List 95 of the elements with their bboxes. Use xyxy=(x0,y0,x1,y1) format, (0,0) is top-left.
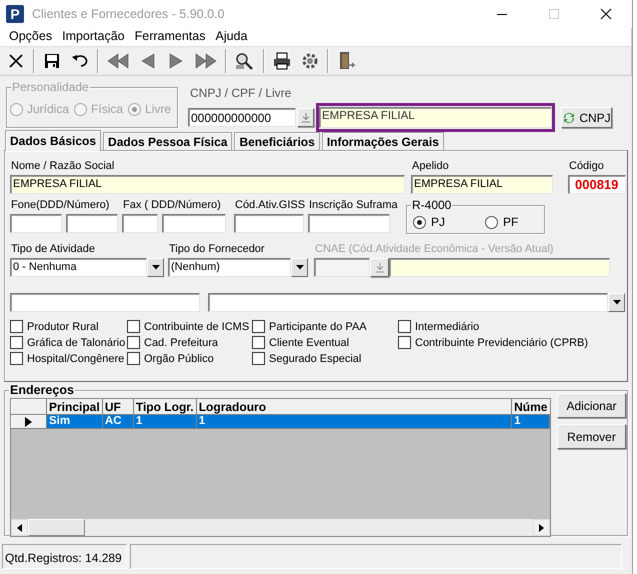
tab[interactable]: Dados Pessoa Física xyxy=(103,132,232,150)
menu-item[interactable]: Opções xyxy=(4,28,58,46)
checkbox[interactable] xyxy=(398,336,411,349)
checkbox-label: Gráfica de Talonário xyxy=(27,336,126,348)
table-cell: Sim xyxy=(47,415,103,429)
checkbox[interactable] xyxy=(252,320,265,333)
group-caption: R-4000 xyxy=(411,198,452,212)
checkbox[interactable] xyxy=(10,320,23,333)
checkbox[interactable] xyxy=(10,336,23,349)
checkbox[interactable] xyxy=(252,352,265,365)
scroll-thumb[interactable] xyxy=(28,519,85,536)
radio-label: PF xyxy=(503,215,518,229)
radio-label: PJ xyxy=(431,215,446,229)
column-header[interactable]: Logradouro xyxy=(196,399,512,415)
checkbox-label: Contribuinte Previdenciário (CPRB) xyxy=(415,336,588,348)
text-field[interactable] xyxy=(234,214,304,233)
checkbox[interactable] xyxy=(10,352,23,365)
column-header[interactable]: Núme xyxy=(512,399,550,415)
document-field[interactable]: 000000000000 xyxy=(188,108,296,127)
action-button[interactable]: Remover xyxy=(557,424,626,449)
cnpj-button[interactable]: CNPJ xyxy=(561,107,612,128)
field-label: Tipo de Atividade xyxy=(10,243,96,257)
close-icon[interactable] xyxy=(600,8,612,20)
column-header[interactable]: UF xyxy=(102,399,134,415)
field-label: Cód.Ativ.GISS xyxy=(234,199,304,213)
text-field[interactable] xyxy=(10,293,200,312)
text-field[interactable] xyxy=(308,214,390,233)
scroll-right-icon[interactable] xyxy=(539,524,544,532)
checkbox-label: Cliente Eventual xyxy=(269,336,350,348)
field-label: Fax ( DDD/Número) xyxy=(122,199,222,213)
text-field[interactable] xyxy=(162,214,226,233)
text-field[interactable] xyxy=(10,214,62,233)
checkbox[interactable] xyxy=(127,336,140,349)
status-text: Qtd.Registros: 14.289 xyxy=(2,544,127,569)
checkbox-label: Orgão Público xyxy=(144,352,214,364)
column-header[interactable]: Tipo Logr. xyxy=(134,399,197,415)
table-cell: 1 xyxy=(512,415,550,429)
caret-icon xyxy=(612,300,620,305)
radio-label: Jurídica xyxy=(27,102,70,116)
radio-button[interactable] xyxy=(413,216,426,228)
company-name-field[interactable]: EMPRESA FILIAL xyxy=(316,103,555,132)
table-cell: 1 xyxy=(196,415,512,429)
field-label: CNPJ / CPF / Livre xyxy=(189,86,292,102)
text-field[interactable] xyxy=(122,214,158,233)
field-label: Tipo do Fornecedor xyxy=(168,243,266,257)
caret-icon xyxy=(296,265,304,270)
column-header[interactable]: Principal xyxy=(47,399,103,415)
tab[interactable]: Informações Gerais xyxy=(322,132,444,150)
checkbox[interactable] xyxy=(127,320,140,333)
menu-item[interactable]: Ferramentas xyxy=(130,28,210,46)
checkbox[interactable] xyxy=(127,352,140,365)
tab[interactable]: Dados Básicos xyxy=(5,130,102,151)
checkbox[interactable] xyxy=(252,336,265,349)
table-row[interactable]: Sim AC 1 1 1 xyxy=(11,415,550,429)
caret-icon xyxy=(152,265,160,270)
text-field[interactable]: 000819 xyxy=(568,175,626,194)
field-label: Fone(DDD/Número) xyxy=(10,199,110,213)
app-logo: P xyxy=(6,5,24,23)
horizontal-scrollbar[interactable] xyxy=(11,519,550,536)
row-pointer-icon xyxy=(25,416,32,426)
table-cell: 1 xyxy=(134,415,197,429)
dropdown[interactable] xyxy=(208,293,625,312)
table-cell: AC xyxy=(102,415,134,429)
menu-item[interactable]: Ajuda xyxy=(210,28,252,46)
field-label: Apelido xyxy=(411,160,450,174)
scroll-left-icon[interactable] xyxy=(17,524,22,532)
menu-item[interactable]: Importação xyxy=(57,28,130,46)
radio-label: Física xyxy=(91,102,124,116)
checkbox-label: Cad. Prefeitura xyxy=(144,336,218,348)
checkbox-label: Segurado Especial xyxy=(269,352,362,364)
radio-button[interactable] xyxy=(485,216,498,228)
text-field[interactable] xyxy=(389,258,610,277)
checkbox[interactable] xyxy=(398,320,411,333)
field-label: Nome / Razão Social xyxy=(10,160,116,174)
checkbox-label: Hospital/Congênere xyxy=(27,352,124,364)
checkbox-label: Contribuinte de ICMS xyxy=(144,320,250,332)
download-icon[interactable] xyxy=(370,258,389,277)
checkbox-label: Produtor Rural xyxy=(27,320,99,332)
refresh-icon xyxy=(562,110,576,124)
field-label: CNAE (Cód.Atividade Econômica - Versão Atual) xyxy=(314,243,554,257)
tab[interactable]: Beneficiários xyxy=(234,132,320,150)
text-field[interactable] xyxy=(66,214,118,233)
text-field[interactable] xyxy=(314,258,370,277)
checkbox-label: Intermediário xyxy=(415,320,480,332)
window-title: Clientes e Fornecedores - 5.90.0.0 xyxy=(32,7,224,21)
group-caption: Personalidade xyxy=(11,80,90,94)
field-label: Inscrição Suframa xyxy=(308,199,398,213)
text-field[interactable]: EMPRESA FILIAL xyxy=(411,175,553,194)
radio-label: Livre xyxy=(145,102,172,116)
field-label: Código xyxy=(568,160,605,174)
text-field[interactable]: EMPRESA FILIAL xyxy=(10,175,405,194)
download-icon[interactable] xyxy=(297,108,314,127)
group-caption: Endereços xyxy=(9,383,75,397)
checkbox-label: Participante do PAA xyxy=(269,320,367,332)
action-button[interactable]: Adicionar xyxy=(557,393,626,418)
